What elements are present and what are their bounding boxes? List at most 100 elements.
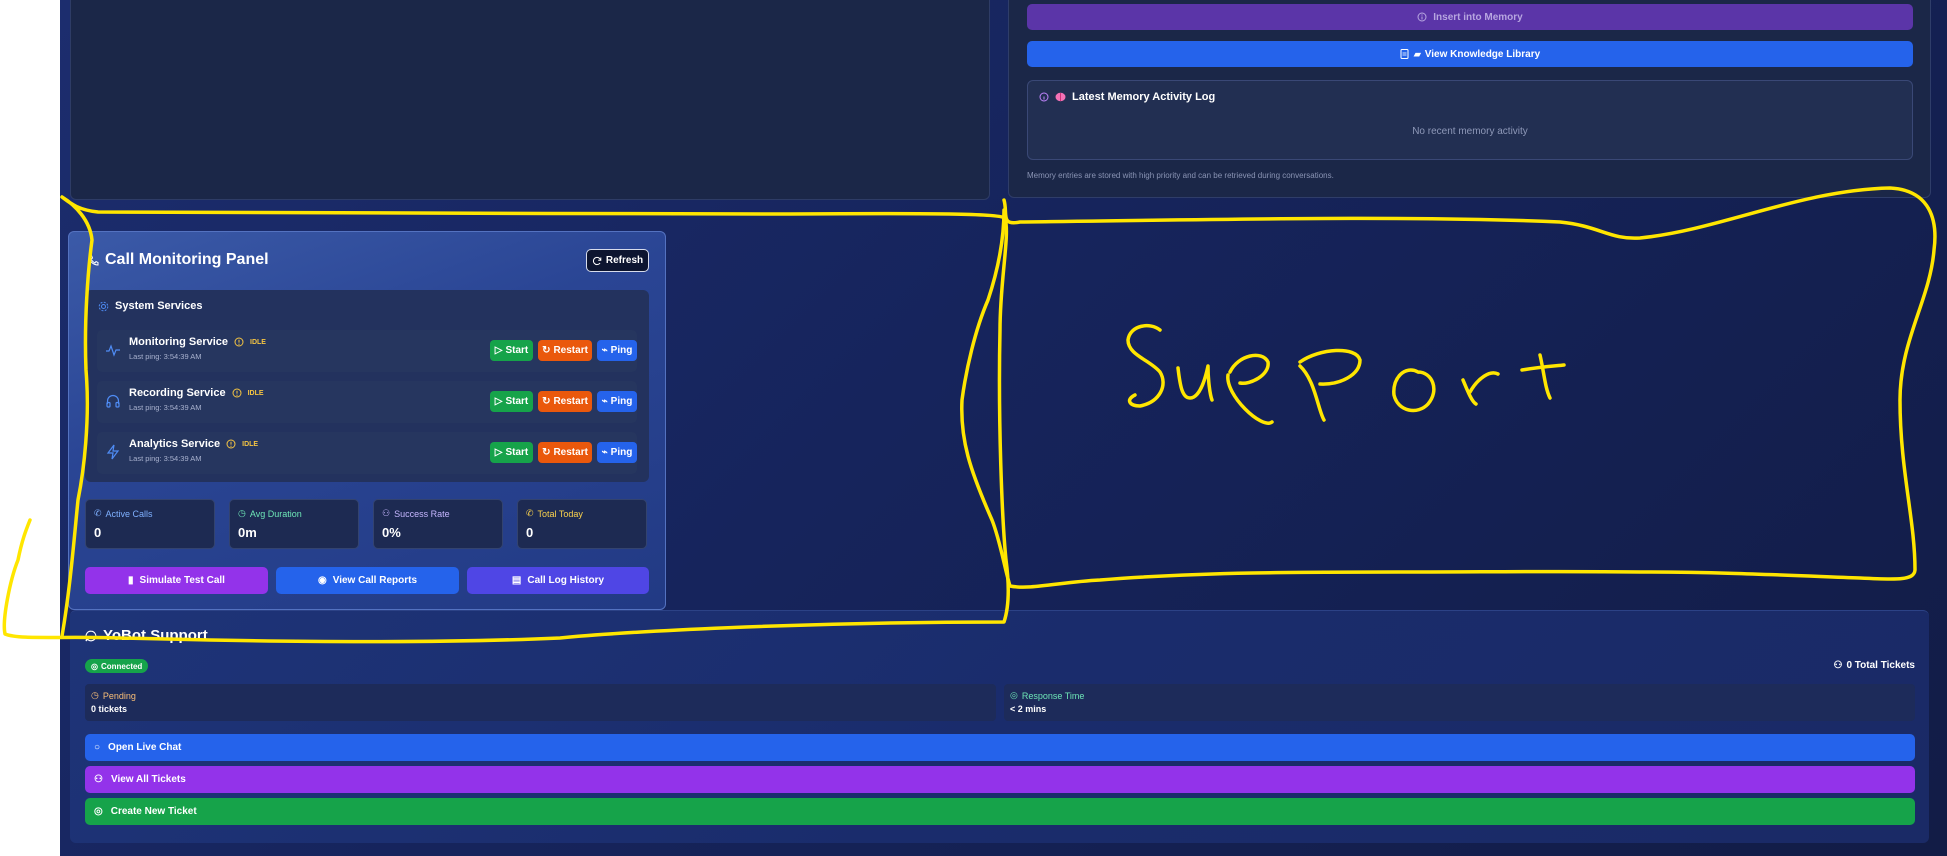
ping-button[interactable]: ⌁ Ping bbox=[597, 340, 637, 361]
stat-label-row: ✆ Active Calls bbox=[94, 508, 153, 519]
stat-label: Avg Duration bbox=[249, 508, 302, 519]
create-new-ticket-label: Create New Ticket bbox=[110, 806, 197, 817]
system-services-header: System Services bbox=[98, 300, 202, 312]
alert-icon bbox=[234, 337, 244, 347]
stat-label-row: ✆ Total Today bbox=[526, 508, 583, 519]
service-row-monitoring: Monitoring Service IDLE Last ping: 3:54:… bbox=[97, 330, 637, 372]
gear-icon bbox=[98, 301, 109, 312]
headphones-icon bbox=[105, 393, 121, 409]
clock-icon: ◷ bbox=[238, 508, 246, 518]
response-value: < 2 mins bbox=[1010, 704, 1047, 714]
call-panel-title: Call Monitoring Panel bbox=[105, 251, 269, 268]
service-last-ping: Last ping: 3:54:39 AM bbox=[129, 454, 202, 463]
memory-log-empty-text: No recent memory activity bbox=[1412, 126, 1528, 137]
stat-avg-duration: ◷ Avg Duration 0m bbox=[229, 499, 359, 549]
pending-label-row: ◷ Pending bbox=[91, 690, 136, 701]
restart-button[interactable]: ↻ Restart bbox=[538, 391, 592, 412]
service-row-recording: Recording Service IDLE Last ping: 3:54:3… bbox=[97, 381, 637, 423]
users-icon: ⚇ bbox=[94, 774, 103, 785]
zap-icon bbox=[105, 444, 121, 460]
eye-icon: ◉ bbox=[317, 575, 327, 586]
pending-value: 0 tickets bbox=[91, 704, 128, 714]
refresh-icon: ↻ bbox=[542, 447, 551, 458]
total-tickets-label: 0 Total Tickets bbox=[1846, 660, 1915, 671]
check-circle-icon: ◎ bbox=[91, 661, 98, 671]
call-panel-header: Call Monitoring Panel bbox=[87, 251, 269, 269]
start-button[interactable]: ▷ Start bbox=[490, 391, 533, 412]
view-all-tickets-button[interactable]: ⚇ View All Tickets bbox=[85, 766, 1915, 793]
ping-label: Ping bbox=[610, 447, 633, 458]
view-call-reports-button[interactable]: ◉ View Call Reports bbox=[276, 567, 459, 594]
restart-button[interactable]: ↻ Restart bbox=[538, 340, 592, 361]
call-log-history-button[interactable]: ▤ Call Log History bbox=[467, 567, 649, 594]
info-icon bbox=[1039, 92, 1049, 102]
refresh-label: Refresh bbox=[605, 255, 644, 266]
refresh-button[interactable]: Refresh bbox=[586, 249, 649, 272]
folder-icon: ▰ bbox=[1413, 48, 1421, 59]
total-tickets: ⚇ 0 Total Tickets bbox=[1833, 660, 1915, 671]
open-live-chat-label: Open Live Chat bbox=[108, 742, 182, 753]
stat-label-row: ⚇ Success Rate bbox=[382, 508, 450, 519]
info-icon bbox=[1417, 12, 1427, 22]
support-title: YoBot Support bbox=[103, 627, 208, 644]
start-button[interactable]: ▷ Start bbox=[490, 340, 533, 361]
service-status-badge: IDLE bbox=[250, 338, 266, 346]
stat-value: 0% bbox=[382, 525, 401, 540]
ping-label: Ping bbox=[610, 396, 633, 407]
restart-button[interactable]: ↻ Restart bbox=[538, 442, 592, 463]
stat-label-row: ◷ Avg Duration bbox=[238, 508, 302, 519]
pending-box: ◷ Pending 0 tickets bbox=[85, 684, 996, 721]
document-icon bbox=[1400, 49, 1409, 59]
activity-icon: ⌁ bbox=[601, 345, 608, 356]
ping-button[interactable]: ⌁ Ping bbox=[597, 442, 637, 463]
activity-icon: ⌁ bbox=[601, 447, 608, 458]
stat-label: Success Rate bbox=[394, 508, 450, 519]
response-time-box: ◎ Response Time < 2 mins bbox=[1004, 684, 1915, 721]
service-name: Analytics Service bbox=[129, 438, 221, 450]
users-icon: ⚇ bbox=[382, 508, 391, 518]
message-circle-icon bbox=[85, 630, 97, 642]
support-header: YoBot Support bbox=[85, 627, 208, 644]
system-services-section: System Services Monitoring Service IDLE … bbox=[85, 290, 649, 482]
ping-button[interactable]: ⌁ Ping bbox=[597, 391, 637, 412]
view-knowledge-library-label: View Knowledge Library bbox=[1424, 48, 1541, 60]
simulate-test-call-label: Simulate Test Call bbox=[139, 575, 225, 586]
stat-label: Total Today bbox=[537, 508, 583, 519]
call-monitoring-panel: Call Monitoring Panel Refresh System Ser… bbox=[68, 231, 666, 610]
start-label: Start bbox=[505, 345, 529, 356]
alert-icon bbox=[232, 388, 242, 398]
service-name: Recording Service bbox=[129, 387, 226, 399]
stat-total-today: ✆ Total Today 0 bbox=[517, 499, 647, 549]
alert-icon bbox=[226, 439, 236, 449]
view-knowledge-library-button[interactable]: ▰ View Knowledge Library bbox=[1027, 41, 1913, 67]
message-circle-icon: ○ bbox=[94, 742, 101, 753]
call-log-history-label: Call Log History bbox=[527, 575, 605, 586]
service-status-badge: IDLE bbox=[247, 389, 264, 397]
service-name: Monitoring Service bbox=[129, 336, 229, 348]
activity-icon bbox=[105, 342, 121, 358]
connection-status-badge: ◎ Connected bbox=[85, 659, 149, 673]
simulate-test-call-button[interactable]: ▮ Simulate Test Call bbox=[85, 567, 268, 594]
memory-activity-log: Latest Memory Activity Log No recent mem… bbox=[1027, 80, 1913, 160]
microphone-icon: ▮ bbox=[128, 575, 134, 586]
refresh-icon: ↻ bbox=[542, 396, 551, 407]
restart-label: Restart bbox=[553, 396, 588, 407]
restart-label: Restart bbox=[553, 345, 588, 356]
file-icon: ▤ bbox=[511, 575, 522, 586]
memory-note: Memory entries are stored with high prio… bbox=[1027, 171, 1334, 180]
insert-into-memory-button[interactable]: Insert into Memory bbox=[1027, 4, 1913, 30]
stat-value: 0 bbox=[526, 525, 534, 540]
stat-value: 0 bbox=[94, 525, 102, 540]
play-icon: ▷ bbox=[494, 345, 503, 356]
users-icon: ⚇ bbox=[1833, 660, 1843, 671]
open-live-chat-button[interactable]: ○ Open Live Chat bbox=[85, 734, 1915, 761]
stat-active-calls: ✆ Active Calls 0 bbox=[85, 499, 215, 549]
start-button[interactable]: ▷ Start bbox=[490, 442, 533, 463]
memory-log-header: Latest Memory Activity Log bbox=[1039, 91, 1215, 103]
create-new-ticket-button[interactable]: ◎ Create New Ticket bbox=[85, 798, 1915, 825]
activity-icon: ⌁ bbox=[601, 396, 608, 407]
stat-label: Active Calls bbox=[105, 508, 153, 519]
yobot-support-panel: YoBot Support ◎ Connected ⚇ 0 Total Tick… bbox=[70, 610, 1929, 843]
play-icon: ▷ bbox=[494, 396, 503, 407]
service-row-analytics: Analytics Service IDLE Last ping: 3:54:3… bbox=[97, 432, 637, 474]
